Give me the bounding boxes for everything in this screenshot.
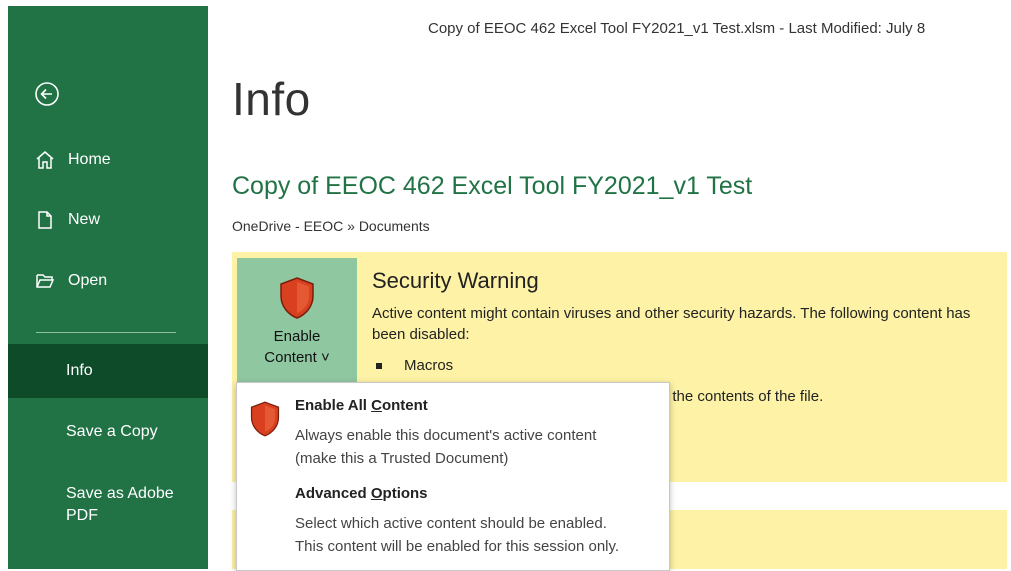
sidebar-item-info[interactable]: Info <box>8 344 208 398</box>
backstage-sidebar: Home New Open Info Save a Copy Save as A… <box>8 6 208 569</box>
sidebar-item-label: Info <box>66 362 93 379</box>
sidebar-item-label: Home <box>68 151 111 168</box>
new-document-icon <box>34 209 56 231</box>
sidebar-item-label: Save as Adobe PDF <box>66 485 174 524</box>
bullet-marker <box>376 363 382 370</box>
shield-icon <box>280 277 314 319</box>
page-title: Info <box>232 73 311 125</box>
back-arrow-circle-icon <box>35 82 59 106</box>
enable-content-menu: Enable All Content Always enable this do… <box>236 382 670 571</box>
sidebar-item-label: Open <box>68 272 108 289</box>
menu-item-description: Always enable this document's active con… <box>295 427 597 467</box>
open-folder-icon <box>34 270 56 292</box>
security-warning-description: Active content might contain viruses and… <box>372 305 971 343</box>
sidebar-item-new[interactable]: New <box>8 198 208 242</box>
sidebar-item-save-a-copy[interactable]: Save a Copy <box>8 410 208 454</box>
enable-content-button[interactable]: Enable Content ˅ <box>237 258 357 382</box>
shield-icon <box>250 401 280 437</box>
sidebar-item-home[interactable]: Home <box>8 138 208 182</box>
sidebar-item-label: Save a Copy <box>66 423 158 440</box>
menu-item-description: Select which active content should be en… <box>295 515 620 555</box>
enable-content-label: Enable Content ˅ <box>264 328 330 366</box>
security-warning-title: Security Warning <box>372 268 539 293</box>
disabled-content-item: Macros <box>376 357 453 374</box>
partially-hidden-text: t the contents of the file. <box>664 388 824 405</box>
back-button[interactable] <box>34 81 60 107</box>
home-icon <box>34 149 56 171</box>
menu-item-enable-all-content[interactable]: Enable All Content Always enable this do… <box>237 391 669 479</box>
sidebar-item-save-as-adobe-pdf[interactable]: Save as Adobe PDF <box>66 483 196 527</box>
breadcrumb: OneDrive - EEOC » Documents <box>232 218 430 234</box>
sidebar-divider <box>36 332 176 333</box>
sidebar-item-label: New <box>68 211 101 228</box>
sidebar-item-open[interactable]: Open <box>8 259 208 303</box>
window-title: Copy of EEOC 462 Excel Tool FY2021_v1 Te… <box>428 20 926 37</box>
menu-item-title: Advanced Options <box>295 485 428 502</box>
menu-item-advanced-options[interactable]: Advanced Options Select which active con… <box>237 479 669 567</box>
menu-item-title: Enable All Content <box>295 397 428 414</box>
file-name-title: Copy of EEOC 462 Excel Tool FY2021_v1 Te… <box>232 172 753 200</box>
